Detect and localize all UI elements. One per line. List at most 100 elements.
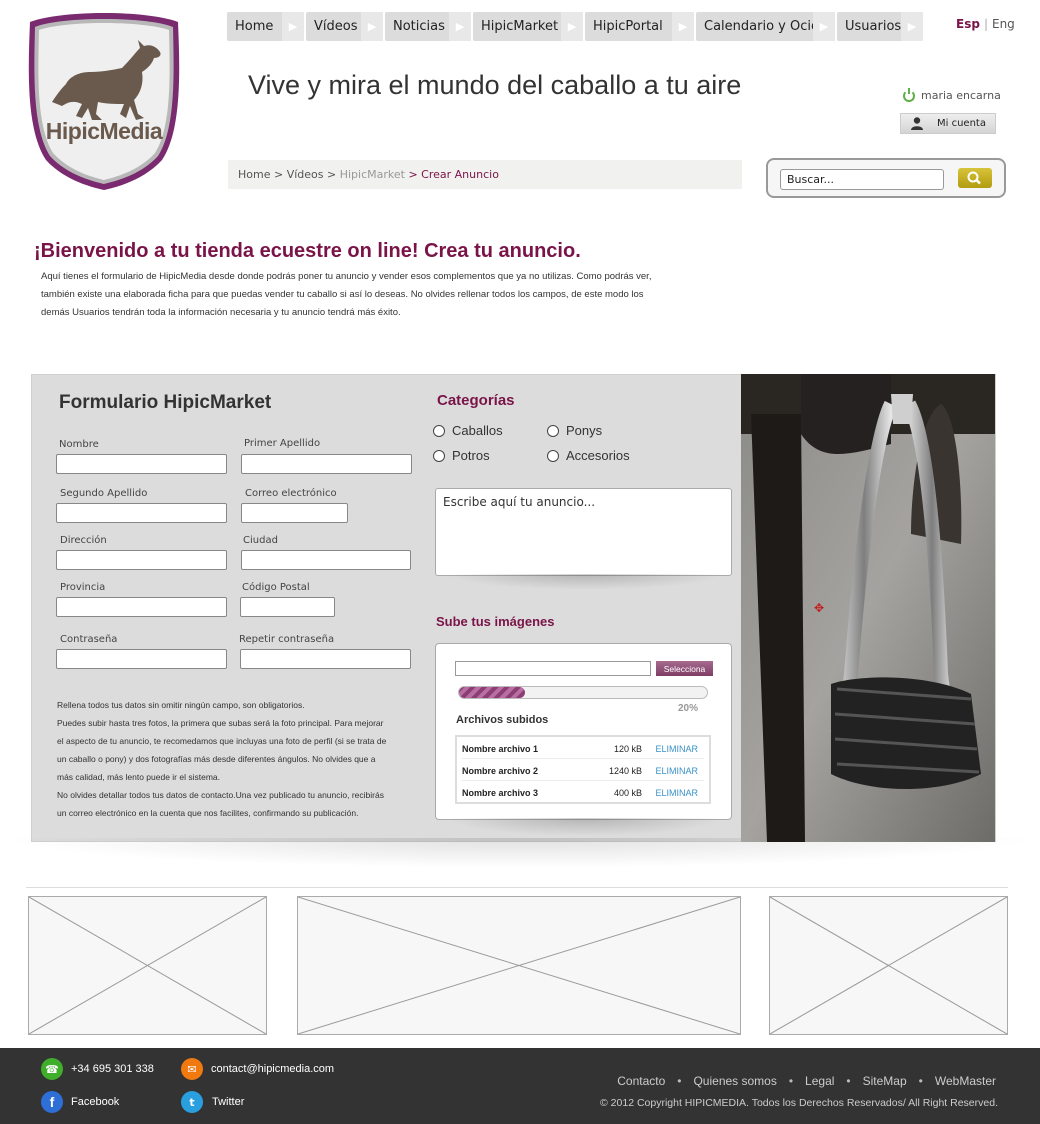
note-line: un caballo o pony) y dos fotografías más… xyxy=(57,754,376,764)
nav-item-hipicmarket[interactable]: HipicMarket ▶ xyxy=(473,12,583,41)
footer-link-legal[interactable]: Legal xyxy=(805,1074,834,1088)
email-label: Correo electrónico xyxy=(245,488,337,499)
image-placeholder-icon xyxy=(28,896,267,1035)
lang-eng-link[interactable]: Eng xyxy=(992,17,1015,31)
main-nav: Home ▶ Vídeos ▶ Noticias ▶ HipicMarket ▶ Hip… xyxy=(227,12,923,41)
arrow-right-icon: ▶ xyxy=(449,12,471,41)
file-name: Nombre archivo 3 xyxy=(462,788,539,798)
section-divider xyxy=(26,887,1008,888)
direccion-label: Dirección xyxy=(60,535,107,546)
note-line: No olvides detallar todos tus datos de c… xyxy=(57,790,384,800)
repeat-password-field[interactable] xyxy=(240,649,411,669)
search-input[interactable] xyxy=(780,169,944,190)
welcome-title: ¡Bienvenido a tu tienda ecuestre on line… xyxy=(34,240,581,262)
form-title: Formulario HipicMarket xyxy=(59,392,272,413)
email-icon: ✉ xyxy=(181,1058,203,1080)
banner-placeholder-left xyxy=(28,896,267,1035)
upload-shadow xyxy=(445,818,725,836)
delete-file-link[interactable]: ELIMINAR xyxy=(655,788,698,798)
search-button[interactable] xyxy=(958,168,992,188)
user-name: maria encarna xyxy=(921,89,1001,102)
provincia-field[interactable] xyxy=(56,597,227,617)
svg-text:✥: ✥ xyxy=(814,601,824,615)
nav-item-label: Usuarios xyxy=(845,19,902,34)
twitter-link[interactable]: Twitter xyxy=(212,1096,244,1108)
progress-fill xyxy=(459,687,525,698)
nav-item-hipicportal[interactable]: HipicPortal ▶ xyxy=(585,12,694,41)
breadcrumb-separator: > xyxy=(323,168,340,181)
note-line: Puedes subir hasta tres fotos, la primer… xyxy=(57,718,384,728)
twitter-icon[interactable]: t xyxy=(181,1091,203,1113)
radio-icon[interactable] xyxy=(547,449,559,462)
category-ponys-radio[interactable]: Ponys xyxy=(547,423,602,438)
nav-item-home[interactable]: Home ▶ xyxy=(227,12,304,41)
category-potros-radio[interactable]: Potros xyxy=(433,448,490,463)
breadcrumb-separator: > xyxy=(404,168,422,181)
footer-link-quienes[interactable]: Quienes somos xyxy=(693,1074,776,1088)
facebook-link[interactable]: Facebook xyxy=(71,1096,119,1108)
breadcrumb-videos[interactable]: Vídeos xyxy=(287,168,324,181)
password-label: Contraseña xyxy=(60,634,118,645)
arrow-right-icon: ▶ xyxy=(361,12,383,41)
radio-label: Ponys xyxy=(566,423,603,438)
nav-item-label: Calendario y Ocio xyxy=(704,19,819,34)
search-box xyxy=(766,158,1006,198)
breadcrumb-home[interactable]: Home xyxy=(238,168,270,181)
footer-phone: +34 695 301 338 xyxy=(71,1063,154,1075)
hipicmedia-logo[interactable]: HipicMedia xyxy=(26,10,182,190)
radio-label: Potros xyxy=(452,448,490,463)
facebook-icon[interactable]: f xyxy=(41,1091,63,1113)
arrow-right-icon: ▶ xyxy=(813,12,835,41)
nav-item-calendario[interactable]: Calendario y Ocio ▶ xyxy=(696,12,835,41)
my-account-button[interactable]: Mi cuenta xyxy=(900,113,996,134)
my-account-label: Mi cuenta xyxy=(937,118,986,129)
progress-percent: 20% xyxy=(678,703,699,714)
nav-item-usuarios[interactable]: Usuarios ▶ xyxy=(837,12,923,41)
image-placeholder-icon xyxy=(297,896,741,1035)
footer-link-webmaster[interactable]: WebMaster xyxy=(935,1074,996,1088)
footer-link-contacto[interactable]: Contacto xyxy=(617,1074,665,1088)
file-path-input[interactable] xyxy=(455,661,651,676)
nombre-field[interactable] xyxy=(56,454,227,474)
cp-field[interactable] xyxy=(240,597,335,617)
category-caballos-radio[interactable]: Caballos xyxy=(433,423,503,438)
user-icon xyxy=(911,117,923,130)
provincia-label: Provincia xyxy=(60,582,106,593)
footer-links: Contacto • Quienes somos • Legal • SiteMap •… xyxy=(617,1074,996,1088)
footer-link-separator: • xyxy=(918,1074,923,1088)
power-icon[interactable] xyxy=(903,87,915,102)
delete-file-link[interactable]: ELIMINAR xyxy=(655,744,698,754)
stirrup-image: ✥ xyxy=(741,374,995,842)
file-size: 120 kB xyxy=(613,744,642,754)
radio-icon[interactable] xyxy=(433,449,445,462)
apellido1-field[interactable] xyxy=(241,454,412,474)
footer-link-sitemap[interactable]: SiteMap xyxy=(863,1074,907,1088)
footer-email-link[interactable]: contact@hipicmedia.com xyxy=(211,1063,334,1075)
tagline: Vive y mira el mundo del caballo a tu ai… xyxy=(248,70,742,100)
delete-file-link[interactable]: ELIMINAR xyxy=(655,766,698,776)
apellido2-field[interactable] xyxy=(56,503,227,523)
direccion-field[interactable] xyxy=(56,550,227,570)
note-line: Rellena todos tus datos sin omitir ningú… xyxy=(57,700,305,710)
select-file-button[interactable]: Selecciona xyxy=(656,661,713,676)
radio-label: Accesorios xyxy=(566,448,630,463)
form-notes: Rellena todos tus datos sin omitir ningú… xyxy=(57,696,427,822)
lang-esp-link[interactable]: Esp xyxy=(956,17,980,31)
breadcrumb-current: Crear Anuncio xyxy=(421,168,499,181)
welcome-text: Aquí tienes el formulario de HipicMedia … xyxy=(41,268,731,322)
breadcrumb-separator: > xyxy=(270,168,287,181)
password-field[interactable] xyxy=(56,649,227,669)
categories-title: Categorías xyxy=(437,392,515,409)
nav-item-videos[interactable]: Vídeos ▶ xyxy=(306,12,383,41)
radio-icon[interactable] xyxy=(433,424,445,437)
upload-progress-bar xyxy=(458,686,708,699)
category-accesorios-radio[interactable]: Accesorios xyxy=(547,448,630,463)
ciudad-field[interactable] xyxy=(241,550,411,570)
ad-textarea[interactable]: Escribe aquí tu anuncio... xyxy=(435,488,732,576)
breadcrumb-hipicmarket[interactable]: HipicMarket xyxy=(340,168,405,181)
radio-icon[interactable] xyxy=(547,424,559,437)
logo-text: HipicMedia xyxy=(45,118,163,144)
nav-item-noticias[interactable]: Noticias ▶ xyxy=(385,12,471,41)
user-status[interactable]: maria encarna xyxy=(903,87,1001,102)
email-field[interactable] xyxy=(241,503,348,523)
